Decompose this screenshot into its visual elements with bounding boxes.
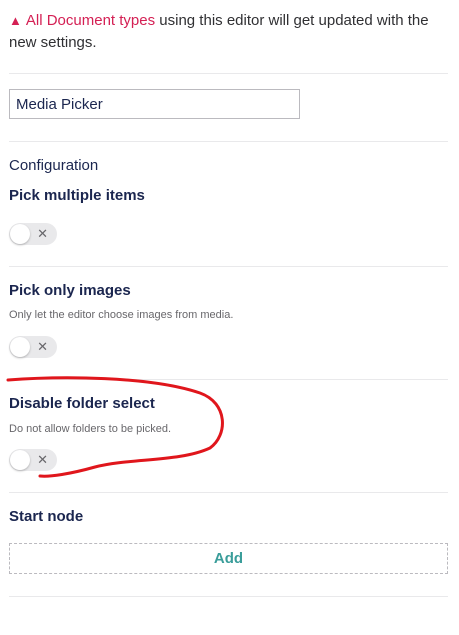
close-icon: ✕ bbox=[37, 226, 48, 241]
close-icon: ✕ bbox=[37, 339, 48, 354]
notice-strong-text: All Document types bbox=[25, 12, 156, 29]
pick-only-images-toggle[interactable]: ✕ bbox=[9, 336, 57, 358]
data-type-settings-panel: ▲ All Document types using this editor wi… bbox=[0, 0, 459, 635]
warning-icon: ▲ bbox=[9, 13, 22, 28]
divider bbox=[9, 73, 448, 74]
pick-multiple-items-toggle[interactable]: ✕ bbox=[9, 223, 57, 245]
divider bbox=[9, 266, 448, 267]
divider bbox=[9, 596, 448, 597]
disable-folder-select-toggle[interactable]: ✕ bbox=[9, 449, 57, 471]
close-icon: ✕ bbox=[37, 452, 48, 467]
toggle-knob bbox=[10, 450, 30, 470]
divider bbox=[9, 492, 448, 493]
configuration-heading: Configuration bbox=[9, 157, 99, 174]
divider bbox=[9, 141, 448, 142]
disable-folder-select-label: Disable folder select bbox=[9, 395, 155, 412]
toggle-knob bbox=[10, 337, 30, 357]
update-notice: ▲ All Document types using this editor wi… bbox=[9, 10, 449, 54]
disable-folder-select-description: Do not allow folders to be picked. bbox=[9, 423, 172, 435]
start-node-label: Start node bbox=[9, 508, 84, 525]
editor-name-input[interactable] bbox=[9, 89, 300, 119]
toggle-knob bbox=[10, 224, 30, 244]
pick-only-images-label: Pick only images bbox=[9, 282, 131, 299]
add-start-node-button[interactable]: Add bbox=[9, 543, 448, 574]
divider bbox=[9, 379, 448, 380]
pick-multiple-items-label: Pick multiple items bbox=[9, 187, 145, 204]
add-button-label: Add bbox=[213, 550, 244, 567]
pick-only-images-description: Only let the editor choose images from m… bbox=[9, 309, 234, 321]
